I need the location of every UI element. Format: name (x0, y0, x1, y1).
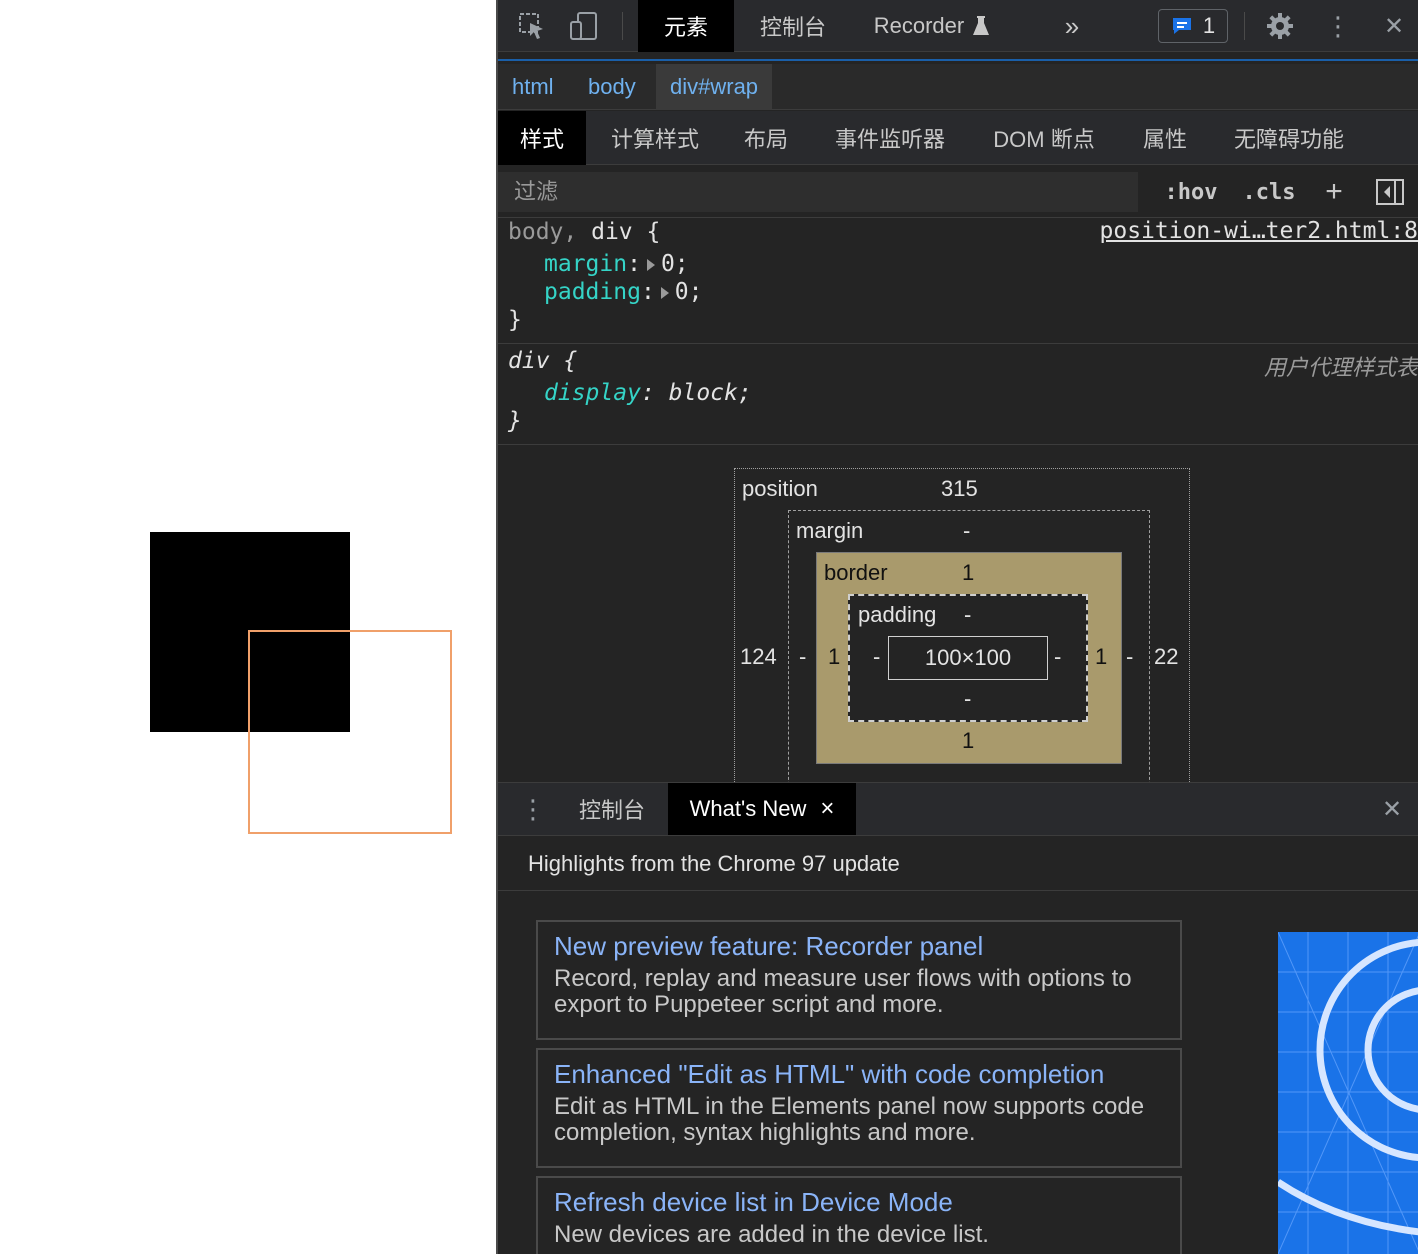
position-label: position (742, 476, 818, 501)
rule-close-brace: } (508, 307, 522, 333)
property-value: block; (668, 380, 752, 406)
sidebar-tabs: 样式 计算样式 布局 事件监听器 DOM 断点 属性 无障碍功能 (498, 111, 1418, 165)
declaration-display[interactable]: display: block; (544, 379, 752, 407)
margin-top-value[interactable]: - (963, 518, 970, 544)
declaration-margin[interactable]: margin: 0; (544, 250, 689, 278)
close-devtools-icon[interactable]: ✕ (1374, 0, 1414, 52)
property-name: padding (544, 279, 641, 305)
flask-icon (973, 16, 990, 35)
border-left-value[interactable]: 1 (828, 644, 840, 670)
kebab-menu-icon[interactable]: ⋮ (1318, 0, 1358, 52)
tab-accessibility[interactable]: 无障碍功能 (1214, 111, 1364, 165)
cls-button[interactable]: .cls (1236, 174, 1302, 210)
new-style-rule-button[interactable]: + (1316, 174, 1352, 210)
whats-new-card[interactable]: New preview feature: Recorder panel Reco… (536, 920, 1182, 1040)
border-top-value[interactable]: 1 (962, 560, 974, 586)
toolbar-divider (622, 12, 623, 40)
highlighted-div-wrap[interactable] (248, 630, 452, 834)
inspected-page (0, 0, 496, 1254)
border-bottom-value[interactable]: 1 (962, 728, 974, 754)
tab-recorder[interactable]: Recorder (862, 0, 1002, 52)
close-tab-icon[interactable]: × (820, 795, 834, 823)
device-toolbar-icon[interactable] (566, 8, 602, 44)
property-name: display (544, 380, 641, 406)
sidebar-toggle-icon[interactable] (1372, 174, 1408, 210)
position-top-value[interactable]: 315 (941, 476, 978, 502)
devtools-panel: 元素 控制台 Recorder » 1 ⋮ ✕ html body div#wr… (496, 0, 1418, 1254)
position-left-value[interactable]: 124 (740, 644, 777, 670)
drawer-tab-whats-new-label: What's New (689, 796, 807, 821)
property-value: 0; (674, 279, 703, 305)
user-agent-stylesheet-label: 用户代理样式表 (1263, 355, 1418, 380)
tab-styles[interactable]: 样式 (498, 111, 586, 165)
box-model-diagram: 100×100 position 315 124 22 margin - - -… (498, 446, 1418, 800)
tab-event-listeners[interactable]: 事件监听器 (816, 111, 964, 165)
more-tabs-icon[interactable]: » (1050, 0, 1094, 52)
property-name: margin (544, 251, 628, 277)
tab-layout[interactable]: 布局 (726, 111, 806, 165)
padding-label: padding (858, 602, 937, 627)
expand-triangle-icon[interactable] (660, 286, 669, 299)
tab-recorder-label: Recorder (873, 13, 965, 38)
source-link[interactable]: position-wi…ter2.html:8 (1100, 218, 1418, 244)
message-icon (1172, 18, 1191, 34)
card-description: New devices are added in the device list… (554, 1221, 989, 1248)
dom-tree-edge (498, 59, 1418, 61)
property-value: 0; (660, 251, 689, 277)
drawer-tab-console[interactable]: 控制台 (560, 783, 664, 835)
tab-dom-breakpoints[interactable]: DOM 断点 (976, 111, 1112, 165)
styles-filter-input[interactable] (498, 172, 1138, 212)
issues-count: 1 (1202, 13, 1216, 38)
rule-selector[interactable]: div { (508, 347, 577, 375)
breadcrumb-html[interactable]: html (498, 64, 568, 110)
rule-close-brace: } (508, 408, 522, 434)
padding-right-value[interactable]: - (1054, 644, 1061, 670)
drawer-tab-bar: ⋮ 控制台 What's New × ✕ (498, 782, 1418, 836)
breadcrumb-body[interactable]: body (574, 64, 650, 110)
declaration-padding[interactable]: padding: 0; (544, 278, 703, 306)
padding-top-value[interactable]: - (964, 602, 971, 628)
hov-button[interactable]: :hov (1158, 174, 1224, 210)
chrome-update-illustration[interactable] (1278, 932, 1418, 1254)
breadcrumb: html body div#wrap (498, 64, 1418, 110)
toolbar-divider (1244, 12, 1245, 40)
breadcrumb-div-wrap[interactable]: div#wrap (656, 64, 773, 110)
rule-selector[interactable]: body, div { (508, 218, 660, 246)
close-drawer-icon[interactable]: ✕ (1372, 783, 1412, 835)
selector-div: div { (577, 219, 661, 245)
card-title[interactable]: Refresh device list in Device Mode (554, 1186, 1164, 1218)
card-title[interactable]: New preview feature: Recorder panel (554, 930, 1164, 962)
border-right-value[interactable]: 1 (1095, 644, 1107, 670)
card-description: Record, replay and measure user flows wi… (554, 965, 1132, 1018)
styles-filter-bar: :hov .cls + (498, 166, 1418, 218)
drawer-tab-whats-new[interactable]: What's New × (668, 783, 856, 835)
inspect-element-icon[interactable] (514, 8, 550, 44)
tab-console[interactable]: 控制台 (738, 0, 848, 52)
devtools-toolbar: 元素 控制台 Recorder » 1 ⋮ ✕ (498, 0, 1418, 52)
tab-elements[interactable]: 元素 (638, 0, 734, 52)
whats-new-card[interactable]: Enhanced "Edit as HTML" with code comple… (536, 1048, 1182, 1168)
card-description: Edit as HTML in the Elements panel now s… (554, 1093, 1145, 1146)
margin-label: margin (796, 518, 864, 543)
tab-properties[interactable]: 属性 (1124, 111, 1206, 165)
margin-right-value[interactable]: - (1126, 644, 1133, 670)
border-label: border (824, 560, 888, 585)
expand-triangle-icon[interactable] (646, 258, 655, 271)
position-right-value[interactable]: 22 (1154, 644, 1178, 670)
card-title[interactable]: Enhanced "Edit as HTML" with code comple… (554, 1058, 1164, 1090)
padding-left-value[interactable]: - (873, 644, 880, 670)
drawer-menu-icon[interactable]: ⋮ (518, 783, 548, 835)
selector-body: body, (508, 219, 578, 245)
padding-bottom-value[interactable]: - (964, 686, 971, 712)
gear-icon[interactable] (1262, 8, 1298, 44)
box-model-content[interactable]: 100×100 (888, 636, 1048, 680)
whats-new-card[interactable]: Refresh device list in Device Mode New d… (536, 1176, 1182, 1254)
tab-computed[interactable]: 计算样式 (592, 111, 718, 165)
whats-new-heading: Highlights from the Chrome 97 update (498, 837, 1418, 891)
issues-badge[interactable]: 1 (1158, 9, 1228, 43)
margin-left-value[interactable]: - (799, 644, 806, 670)
